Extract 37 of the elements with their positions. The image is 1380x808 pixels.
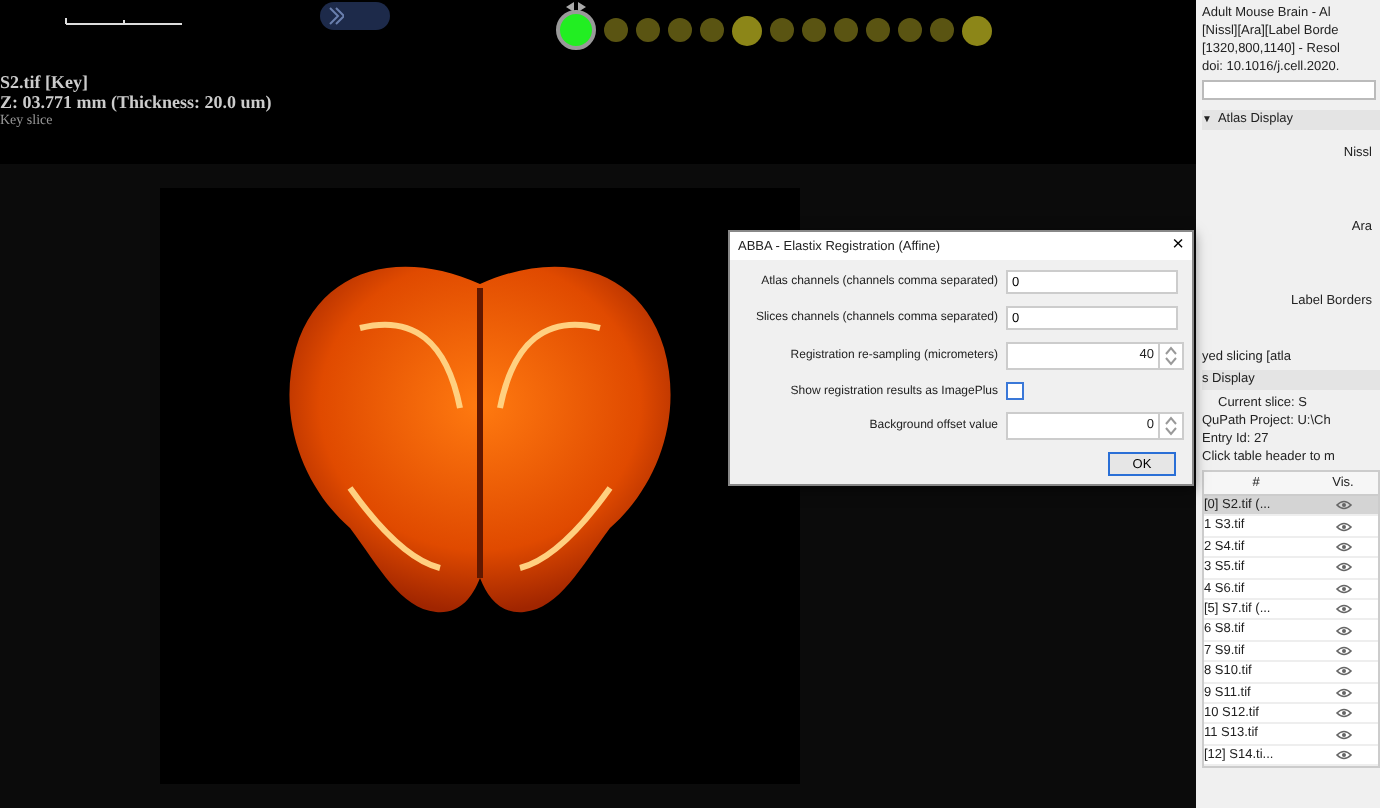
eye-icon[interactable]	[1335, 625, 1351, 636]
slice-dot[interactable]	[732, 15, 762, 45]
slice-dot[interactable]	[636, 18, 660, 42]
z-position: Z: 03.771 mm (Thickness: 20.0 um)	[0, 92, 274, 112]
eye-icon[interactable]	[1335, 666, 1351, 677]
slice-dot[interactable]	[962, 15, 992, 45]
spinner-icon[interactable]	[1158, 414, 1182, 438]
eye-icon[interactable]	[1335, 708, 1351, 719]
checkbox[interactable]	[1006, 382, 1024, 400]
eye-icon[interactable]	[1335, 562, 1351, 573]
slice-dot[interactable]	[770, 18, 794, 42]
slice-dot[interactable]	[700, 18, 724, 42]
spinner-icon[interactable]	[1158, 344, 1182, 368]
slice-dot[interactable]	[604, 18, 628, 42]
scale-bar-icon	[64, 16, 184, 28]
arrows-icon[interactable]	[566, 2, 586, 12]
slice-dot[interactable]	[834, 18, 858, 42]
eye-icon[interactable]	[1335, 729, 1351, 740]
eye-icon[interactable]	[1335, 583, 1351, 594]
close-button[interactable]: ×	[1172, 236, 1184, 256]
slice-dot[interactable]	[866, 18, 890, 42]
chevron-icon	[328, 6, 344, 26]
eye-icon[interactable]	[1335, 687, 1351, 698]
current-slice-marker[interactable]	[556, 2, 596, 50]
slice-dot[interactable]	[668, 18, 692, 42]
input-field[interactable]	[1202, 80, 1376, 100]
eye-icon[interactable]	[1335, 542, 1351, 553]
slice-title: S2.tif [Key]	[0, 72, 90, 92]
slice-dot[interactable]	[898, 18, 922, 42]
eye-icon[interactable]	[1335, 646, 1351, 657]
slice-dot[interactable]	[930, 18, 954, 42]
eye-icon[interactable]	[1335, 521, 1351, 532]
slice-dot[interactable]	[802, 18, 826, 42]
toggle-button[interactable]	[320, 2, 390, 30]
eye-icon[interactable]	[1335, 500, 1351, 511]
eye-icon[interactable]	[1335, 604, 1351, 615]
eye-icon[interactable]	[1335, 750, 1351, 761]
